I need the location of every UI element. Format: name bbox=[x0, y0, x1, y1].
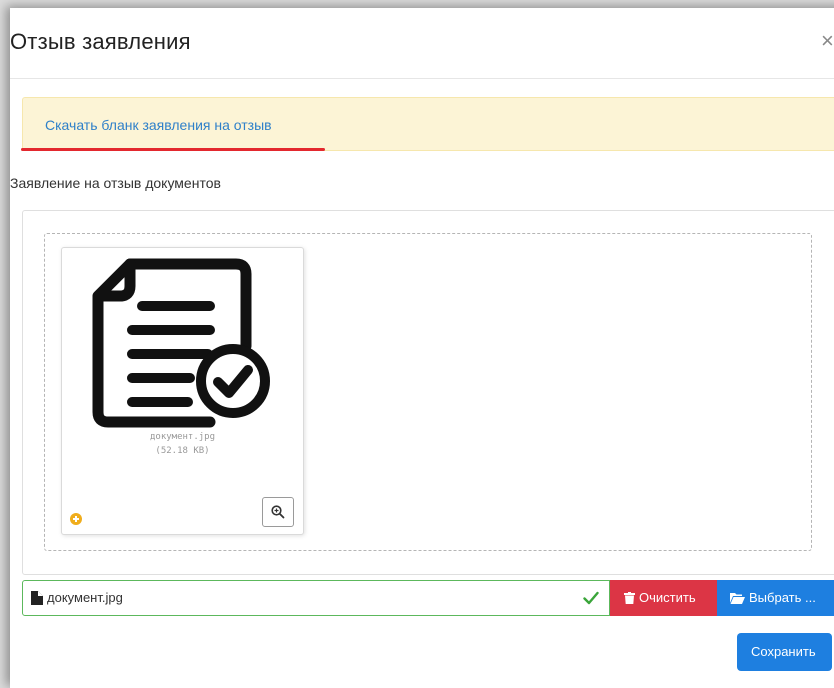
save-button-label: Сохранить bbox=[751, 644, 816, 659]
download-form-link[interactable]: Скачать бланк заявления на отзыв bbox=[45, 117, 272, 133]
file-input-group: документ.jpg Очистить Выбрать ... bbox=[22, 580, 834, 616]
annotation-underline bbox=[21, 148, 325, 151]
preview-file-name: документ.jpg bbox=[149, 432, 216, 442]
check-icon bbox=[583, 591, 599, 605]
file-caption-field[interactable]: документ.jpg bbox=[22, 580, 610, 616]
download-alert: Скачать бланк заявления на отзыв bbox=[22, 97, 834, 151]
document-check-icon bbox=[92, 258, 270, 428]
trash-icon bbox=[624, 592, 635, 604]
field-label: Заявление на отзыв документов bbox=[10, 175, 221, 191]
modal-dialog: Отзыв заявления × Скачать бланк заявлени… bbox=[10, 8, 834, 688]
clear-button[interactable]: Очистить bbox=[610, 580, 717, 616]
dropzone[interactable]: документ.jpg (52.18 KB) bbox=[44, 233, 812, 551]
save-button[interactable]: Сохранить bbox=[737, 633, 832, 671]
upload-pending-icon bbox=[70, 513, 82, 525]
file-upload-panel: документ.jpg (52.18 KB) bbox=[22, 210, 834, 575]
close-button[interactable]: × bbox=[821, 30, 834, 52]
modal-header: Отзыв заявления × bbox=[10, 8, 834, 79]
clear-button-label: Очистить bbox=[639, 590, 696, 605]
file-caption-name: документ.jpg bbox=[47, 590, 123, 605]
file-icon bbox=[31, 591, 43, 605]
browse-button[interactable]: Выбрать ... bbox=[717, 580, 834, 616]
browse-button-label: Выбрать ... bbox=[749, 590, 816, 605]
folder-open-icon bbox=[730, 593, 745, 604]
zoom-preview-button[interactable] bbox=[262, 497, 294, 527]
preview-file-size: (52.18 KB) bbox=[155, 446, 210, 456]
modal-title: Отзыв заявления bbox=[10, 29, 191, 54]
file-preview-card: документ.jpg (52.18 KB) bbox=[61, 247, 304, 535]
zoom-in-icon bbox=[271, 505, 285, 519]
